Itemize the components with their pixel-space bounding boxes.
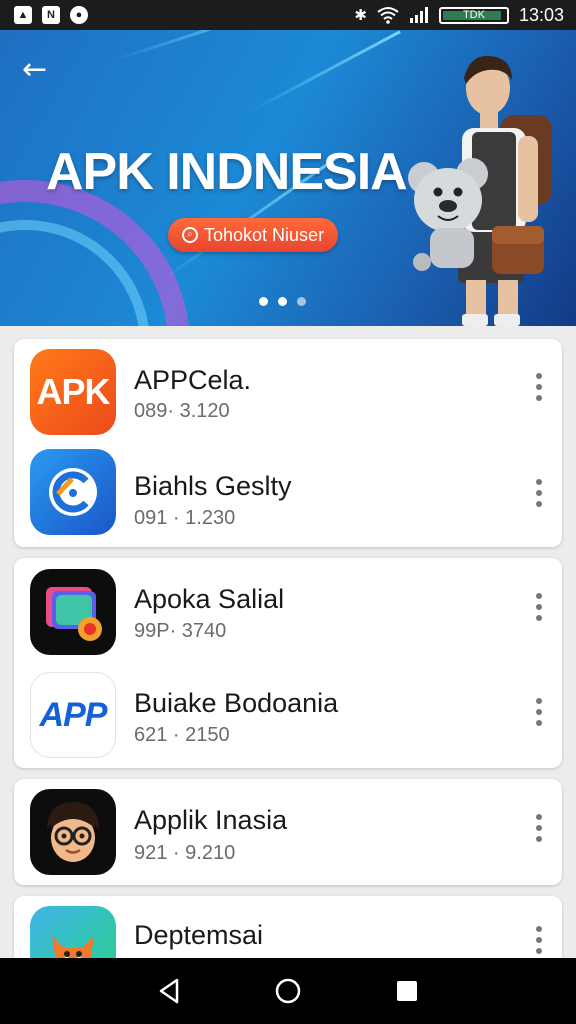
app-meta: 99P· 3740 (134, 620, 227, 642)
app-meta: 921 · 9.210 (134, 842, 236, 864)
app-meta: 621 · 2150 (134, 724, 230, 746)
app-meta: 089· 3.120 (134, 400, 230, 422)
more-options-icon[interactable] (534, 814, 544, 842)
list-item[interactable]: Biahls Geslty 091 · 1.230 (14, 443, 562, 547)
list-item[interactable]: Applik Inasia 921 · 9.210 (14, 779, 562, 885)
app-name: APPCela. (134, 365, 252, 395)
app-name: Biahls Geslty (134, 471, 292, 501)
carousel-dot[interactable] (297, 297, 306, 306)
status-bar: ▲ N ● ✱ TDK 13:03 (0, 0, 576, 30)
notification-icon: ▲ (14, 6, 32, 24)
decorative-streak (109, 30, 301, 63)
avatar-face-icon (30, 789, 116, 875)
app-list-card: Applik Inasia 921 · 9.210 (14, 779, 562, 885)
more-options-icon[interactable] (534, 698, 544, 726)
list-item[interactable]: APK APPCela. 089· 3.120 (14, 339, 562, 443)
carousel-dot-active[interactable] (259, 297, 268, 306)
layered-cards-icon (30, 569, 116, 655)
nav-home-icon[interactable] (273, 976, 303, 1006)
more-options-icon[interactable] (534, 373, 544, 401)
app-name: Applik Inasia (134, 805, 288, 835)
search-icon: ⌕ (182, 227, 198, 243)
more-options-icon[interactable] (534, 926, 544, 954)
app-meta: 091 · 1.230 (134, 507, 236, 529)
clock: 13:03 (518, 4, 564, 25)
apk-icon-label: APK (36, 371, 110, 412)
hero-character-illustration (408, 55, 552, 326)
more-options-icon[interactable] (534, 593, 544, 621)
carousel-indicator[interactable] (259, 297, 306, 306)
notification-icon: N (42, 6, 60, 24)
bluetooth-icon: ✱ (354, 6, 367, 24)
apk-icon: APK (30, 349, 116, 435)
notification-icon: ● (70, 6, 88, 24)
list-item[interactable]: Apoka Salial 99P· 3740 (14, 558, 562, 664)
carousel-dot[interactable] (278, 297, 287, 306)
list-item[interactable]: APP Buiake Bodoania 621 · 2150 (14, 664, 562, 768)
app-list-card: Apoka Salial 99P· 3740 APP Buiake Bodoan… (14, 558, 562, 768)
app-name: Deptemsai (134, 920, 264, 950)
decorative-streak (249, 30, 401, 113)
hero-action-button[interactable]: ⌕ Tohokot Niuser (168, 218, 339, 252)
hero-title: APK INDNESIA (46, 143, 408, 201)
battery-label: TDK (462, 9, 485, 21)
signal-icon (409, 7, 428, 23)
hero-banner[interactable]: ← APK INDNESIA ⌕ Tohokot Niuser (0, 30, 576, 326)
more-options-icon[interactable] (534, 479, 544, 507)
app-list-card: APK APPCela. 089· 3.120 Biahls Geslty 09… (14, 339, 562, 547)
nav-back-icon[interactable] (154, 976, 184, 1006)
nav-recents-icon[interactable] (392, 976, 422, 1006)
back-arrow-icon[interactable]: ← (22, 54, 54, 86)
app-name: Apoka Salial (134, 584, 285, 614)
c-logo-icon (30, 449, 116, 535)
hero-action-label: Tohokot Niuser (204, 224, 325, 245)
battery-indicator: TDK (438, 6, 509, 24)
app-icon-label: APP (39, 695, 108, 734)
wifi-icon (377, 7, 399, 24)
system-navigation-bar (0, 958, 576, 1024)
app-name: Buiake Bodoania (134, 688, 339, 718)
app-text-icon: APP (30, 672, 116, 758)
